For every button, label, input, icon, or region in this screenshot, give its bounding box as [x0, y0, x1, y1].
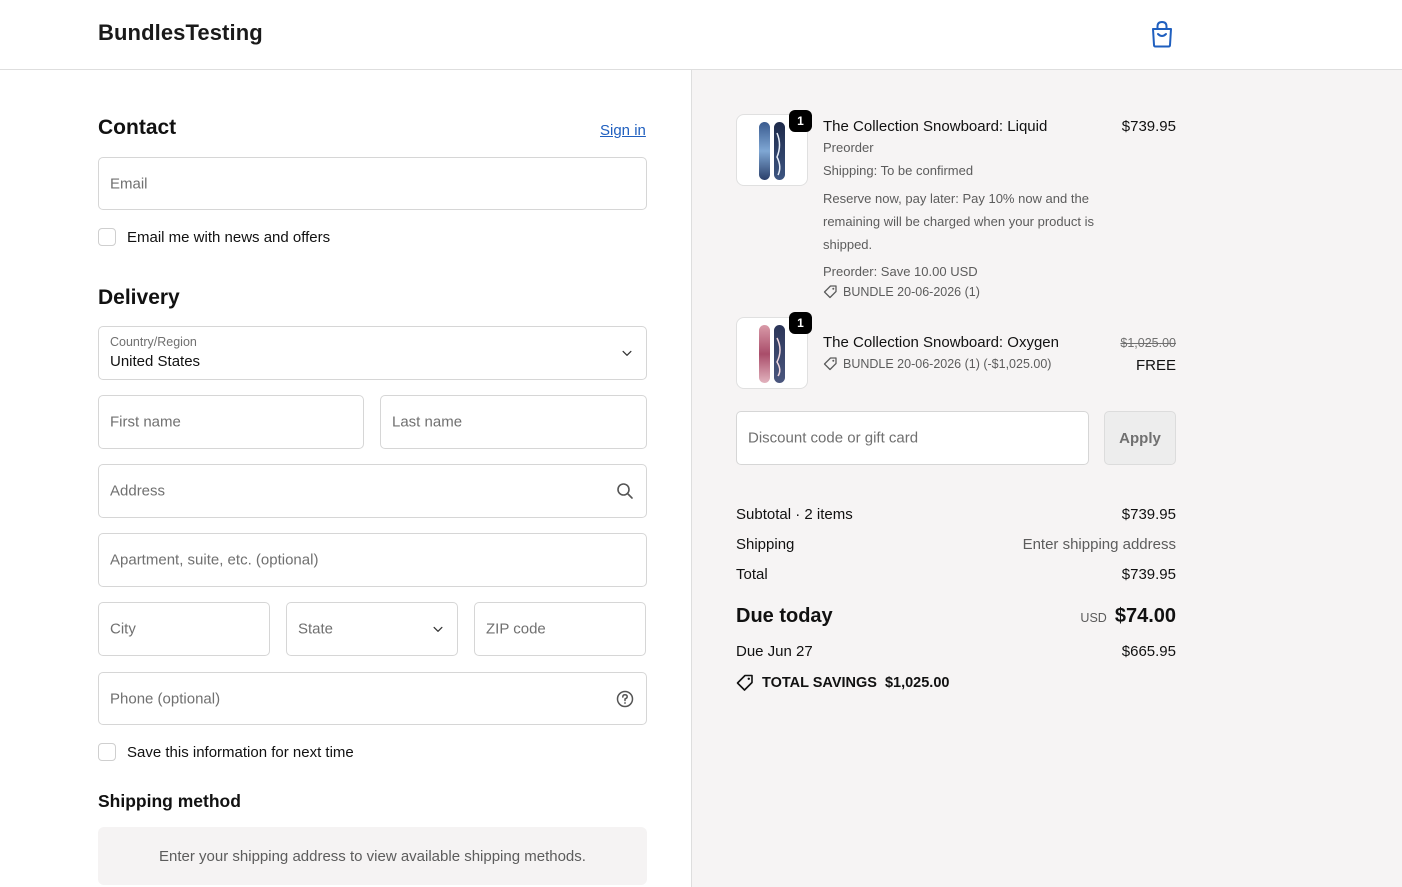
store-brand[interactable]: BundlesTesting: [98, 20, 263, 46]
save-info-label: Save this information for next time: [127, 743, 354, 761]
tag-icon: [823, 357, 837, 371]
due-today-value: USD $74.00: [1080, 605, 1176, 628]
due-today-label: Due today: [736, 605, 833, 627]
item-preorder-note: Reserve now, pay later: Pay 10% now and …: [823, 191, 1094, 252]
subtotal-label: Subtotal · 2 items: [736, 506, 853, 523]
bundle-tag-label: BUNDLE 20-06-2026 (1): [843, 284, 980, 299]
total-value: $739.95: [1121, 566, 1176, 583]
bundle-tag: BUNDLE 20-06-2026 (1): [823, 284, 980, 299]
item-shipping: Shipping: To be confirmed: [823, 163, 974, 178]
item-price: $739.95: [1121, 118, 1176, 135]
shipping-label: Shipping: [736, 536, 795, 553]
phone-field[interactable]: Phone (optional): [98, 672, 647, 725]
savings-value: $1,025.00: [884, 674, 950, 691]
item-title: The Collection Snowboard: Oxygen: [823, 334, 1059, 351]
apply-discount-button[interactable]: Apply: [1104, 411, 1176, 465]
shipping-method-notice: Enter your shipping address to view avai…: [98, 827, 647, 885]
last-name-placeholder: Last name: [392, 413, 463, 431]
address-field[interactable]: Address: [98, 464, 647, 518]
last-name-field[interactable]: Last name: [380, 395, 647, 449]
country-label: Country/Region: [110, 335, 197, 349]
email-field[interactable]: Email: [98, 157, 647, 210]
shipping-value: Enter shipping address: [1022, 536, 1176, 553]
due-later-label: Due Jun 27: [736, 643, 813, 660]
zip-placeholder: ZIP code: [486, 620, 546, 638]
state-placeholder: State: [298, 620, 334, 638]
bundle-tag-label: BUNDLE 20-06-2026 (1) (-$1,025.00): [843, 356, 1052, 371]
tag-icon: [823, 285, 837, 299]
shipping-method-heading: Shipping method: [98, 791, 241, 811]
header: BundlesTesting: [0, 0, 1402, 70]
subtotal-value: $739.95: [1121, 506, 1176, 523]
total-label: Total: [736, 566, 768, 583]
shopping-bag-icon[interactable]: [1149, 20, 1175, 48]
bundle-tag: BUNDLE 20-06-2026 (1) (-$1,025.00): [823, 356, 1051, 371]
city-placeholder: City: [110, 620, 136, 638]
item-title: The Collection Snowboard: Liquid: [823, 118, 1048, 135]
item-original-price: $1,025.00: [1120, 336, 1176, 350]
state-select[interactable]: State: [286, 602, 458, 656]
quantity-badge: 1: [789, 312, 812, 334]
first-name-field[interactable]: First name: [98, 395, 364, 449]
item-discount-note: Preorder: Save 10.00 USD: [823, 264, 978, 279]
apartment-placeholder: Apartment, suite, etc. (optional): [110, 551, 319, 569]
chevron-down-icon: [622, 350, 632, 356]
due-later-value: $665.95: [1121, 643, 1176, 660]
shipping-method-message: Enter your shipping address to view avai…: [159, 847, 586, 865]
address-placeholder: Address: [110, 482, 166, 500]
news-checkbox[interactable]: [98, 228, 116, 246]
sign-in-link[interactable]: Sign in: [600, 122, 646, 139]
country-value: United States: [110, 353, 201, 370]
quantity-badge: 1: [789, 110, 812, 132]
due-today-amount: $74.00: [1114, 605, 1176, 627]
item-variant: Preorder: [823, 140, 874, 155]
chevron-down-icon: [433, 626, 443, 632]
country-select[interactable]: Country/Region United States: [98, 326, 647, 380]
item-price: FREE: [1135, 357, 1176, 374]
savings-label: TOTAL SAVINGS: [762, 674, 877, 691]
news-checkbox-row[interactable]: Email me with news and offers: [98, 228, 330, 246]
first-name-placeholder: First name: [110, 413, 181, 431]
save-info-checkbox[interactable]: [98, 743, 116, 761]
save-info-checkbox-row[interactable]: Save this information for next time: [98, 743, 354, 761]
email-placeholder: Email: [110, 175, 148, 192]
total-savings: TOTAL SAVINGS $1,025.00: [736, 673, 949, 692]
search-icon: [617, 483, 633, 499]
discount-code-placeholder: Discount code or gift card: [748, 429, 919, 447]
news-checkbox-label: Email me with news and offers: [127, 228, 331, 246]
currency-code: USD: [1080, 611, 1107, 625]
city-field[interactable]: City: [98, 602, 270, 656]
zip-field[interactable]: ZIP code: [474, 602, 646, 656]
help-circle-icon[interactable]: [616, 690, 634, 708]
checkout-form: Contact Sign in Email Email me with news…: [0, 70, 691, 887]
contact-heading: Contact: [98, 116, 177, 139]
phone-placeholder: Phone (optional): [110, 690, 221, 707]
savings-tag-icon: [736, 674, 753, 691]
delivery-heading: Delivery: [98, 286, 180, 309]
discount-code-input[interactable]: Discount code or gift card: [736, 411, 1089, 465]
apartment-field[interactable]: Apartment, suite, etc. (optional): [98, 533, 647, 587]
